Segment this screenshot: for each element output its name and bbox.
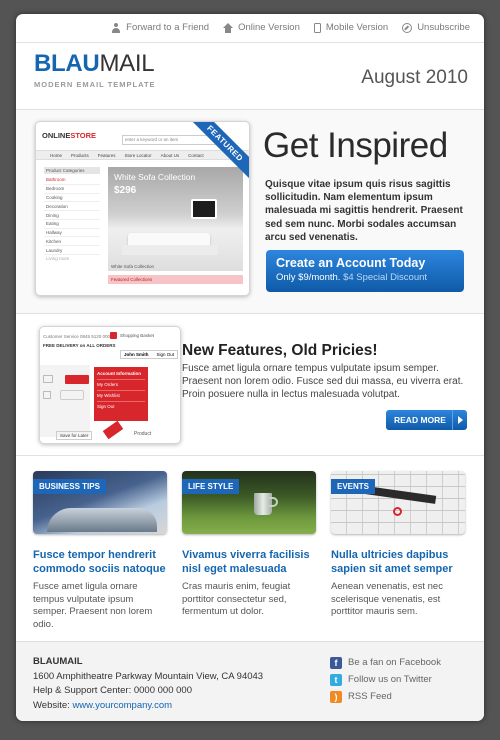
create-account-button[interactable]: Create an Account Today Only $9/month. $… <box>266 250 464 292</box>
hero-title: Get Inspired <box>263 126 448 165</box>
divider <box>16 313 484 314</box>
forward-label: Forward to a Friend <box>126 22 210 33</box>
divider <box>16 109 484 110</box>
divider <box>16 42 484 43</box>
store-logo: ONLINESTORE <box>42 131 97 140</box>
cup-photo[interactable]: LIFE STYLE <box>182 471 316 534</box>
footer-support: Help & Support Center: 0000 000 000 <box>33 685 192 697</box>
hero-text: Quisque vitae ipsum quis risus sagittis … <box>265 179 463 243</box>
forward-link[interactable]: Forward to a Friend <box>111 22 209 33</box>
store-categories: Product Categories Bathroom Bedroom Cook… <box>44 167 100 263</box>
store-nav: Home Products Features Store Locator About U… <box>36 150 249 160</box>
logo-part-mail: MAIL <box>99 50 155 77</box>
unsubscribe-label: Unsubscribe <box>417 22 470 33</box>
article-title[interactable]: Nulla ultricies dapibus sapien sit amet … <box>331 548 465 576</box>
logo-tagline: MODERN EMAIL TEMPLATE <box>34 80 156 89</box>
read-more-label: READ MORE <box>394 415 446 425</box>
sofa-photo: White Sofa Collection $296 White Sofa Co… <box>108 167 243 271</box>
car-photo[interactable]: BUSINESS TIPS <box>33 471 167 534</box>
article-text: Fusce amet ligula ornare tempus vulputat… <box>33 581 153 630</box>
issue-date: August 2010 <box>361 67 468 88</box>
logo[interactable]: BLAUMAIL MODERN EMAIL TEMPLATE <box>34 50 156 90</box>
features-title: New Features, Old Pricies! <box>182 342 378 359</box>
twitter-link[interactable]: t Follow us on Twitter <box>330 671 441 688</box>
person-icon <box>111 22 121 33</box>
email-card: Forward to a Friend Online Version Mobil… <box>16 14 484 721</box>
mobile-version-link[interactable]: Mobile Version <box>313 22 389 33</box>
facebook-icon: f <box>330 656 342 669</box>
divider <box>16 455 484 456</box>
article-title[interactable]: Fusce tempor hendrerit commodo sociis na… <box>33 548 167 576</box>
article-title[interactable]: Vivamus viverra facilisis nisl eget male… <box>182 548 316 576</box>
rss-label: RSS Feed <box>348 691 392 702</box>
arrow-right-icon <box>452 410 467 430</box>
unsubscribe-icon <box>402 22 413 33</box>
article-text: Aenean venenatis, est nec scelerisque ve… <box>331 581 443 617</box>
account-preview-image[interactable]: Customer Service 0845 5120 000 Shopping … <box>39 326 181 444</box>
calendar-photo[interactable]: EVENTS <box>331 471 465 534</box>
facebook-link[interactable]: f Be a fan on Facebook <box>330 654 441 671</box>
logo-part-blau: BLAU <box>34 50 100 77</box>
website-link[interactable]: www.yourcompany.com <box>72 700 172 711</box>
cta-price: Only $9/month. <box>276 272 341 283</box>
online-version-link[interactable]: Online Version <box>223 22 300 33</box>
online-version-label: Online Version <box>238 22 300 33</box>
cta-discount: $4 Special Discount <box>343 272 428 283</box>
twitter-icon: t <box>330 673 342 686</box>
unsubscribe-link[interactable]: Unsubscribe <box>402 22 470 33</box>
facebook-label: Be a fan on Facebook <box>348 657 441 668</box>
article-card: BUSINESS TIPS Fusce tempor hendrerit com… <box>33 471 167 631</box>
read-more-button[interactable]: READ MORE <box>386 410 467 430</box>
top-links: Forward to a Friend Online Version Mobil… <box>111 22 470 33</box>
article-tag: BUSINESS TIPS <box>33 479 106 494</box>
article-tag: EVENTS <box>331 479 376 494</box>
article-card: EVENTS Nulla ultricies dapibus sapien si… <box>331 471 465 619</box>
home-icon <box>223 22 234 33</box>
article-card: LIFE STYLE Vivamus viverra facilisis nis… <box>182 471 316 619</box>
cta-subtext: Only $9/month. $4 Special Discount <box>276 272 464 283</box>
mobile-version-label: Mobile Version <box>325 22 389 33</box>
features-text: Fusce amet ligula ornare tempus vulputat… <box>182 363 464 401</box>
twitter-label: Follow us on Twitter <box>348 674 432 685</box>
basket-icon <box>110 332 117 339</box>
footer-website: Website: www.yourcompany.com <box>33 699 173 711</box>
social-links: f Be a fan on Facebook t Follow us on Twit… <box>330 654 441 705</box>
footer-contact: BLAUMAIL 1600 Amphitheatre Parkway Mount… <box>33 655 263 713</box>
footer-address: 1600 Amphitheatre Parkway Mountain View,… <box>33 670 264 682</box>
footer-brand: BLAUMAIL <box>33 656 83 667</box>
article-text: Cras mauris enim, feugiat porttitor cons… <box>182 581 291 617</box>
account-menu: Account Information My Orders My Wishlis… <box>94 367 148 421</box>
rss-link[interactable]: ) RSS Feed <box>330 688 441 705</box>
store-featured-bar: Featured Collections <box>108 275 243 284</box>
rss-icon: ) <box>330 690 342 703</box>
store-preview-image[interactable]: ONLINESTORE enter a keyword or an item H… <box>35 121 250 296</box>
cta-label: Create an Account Today <box>276 256 426 270</box>
article-tag: LIFE STYLE <box>182 479 240 494</box>
store-search: enter a keyword or an item <box>122 135 218 145</box>
mobile-icon <box>313 22 321 33</box>
